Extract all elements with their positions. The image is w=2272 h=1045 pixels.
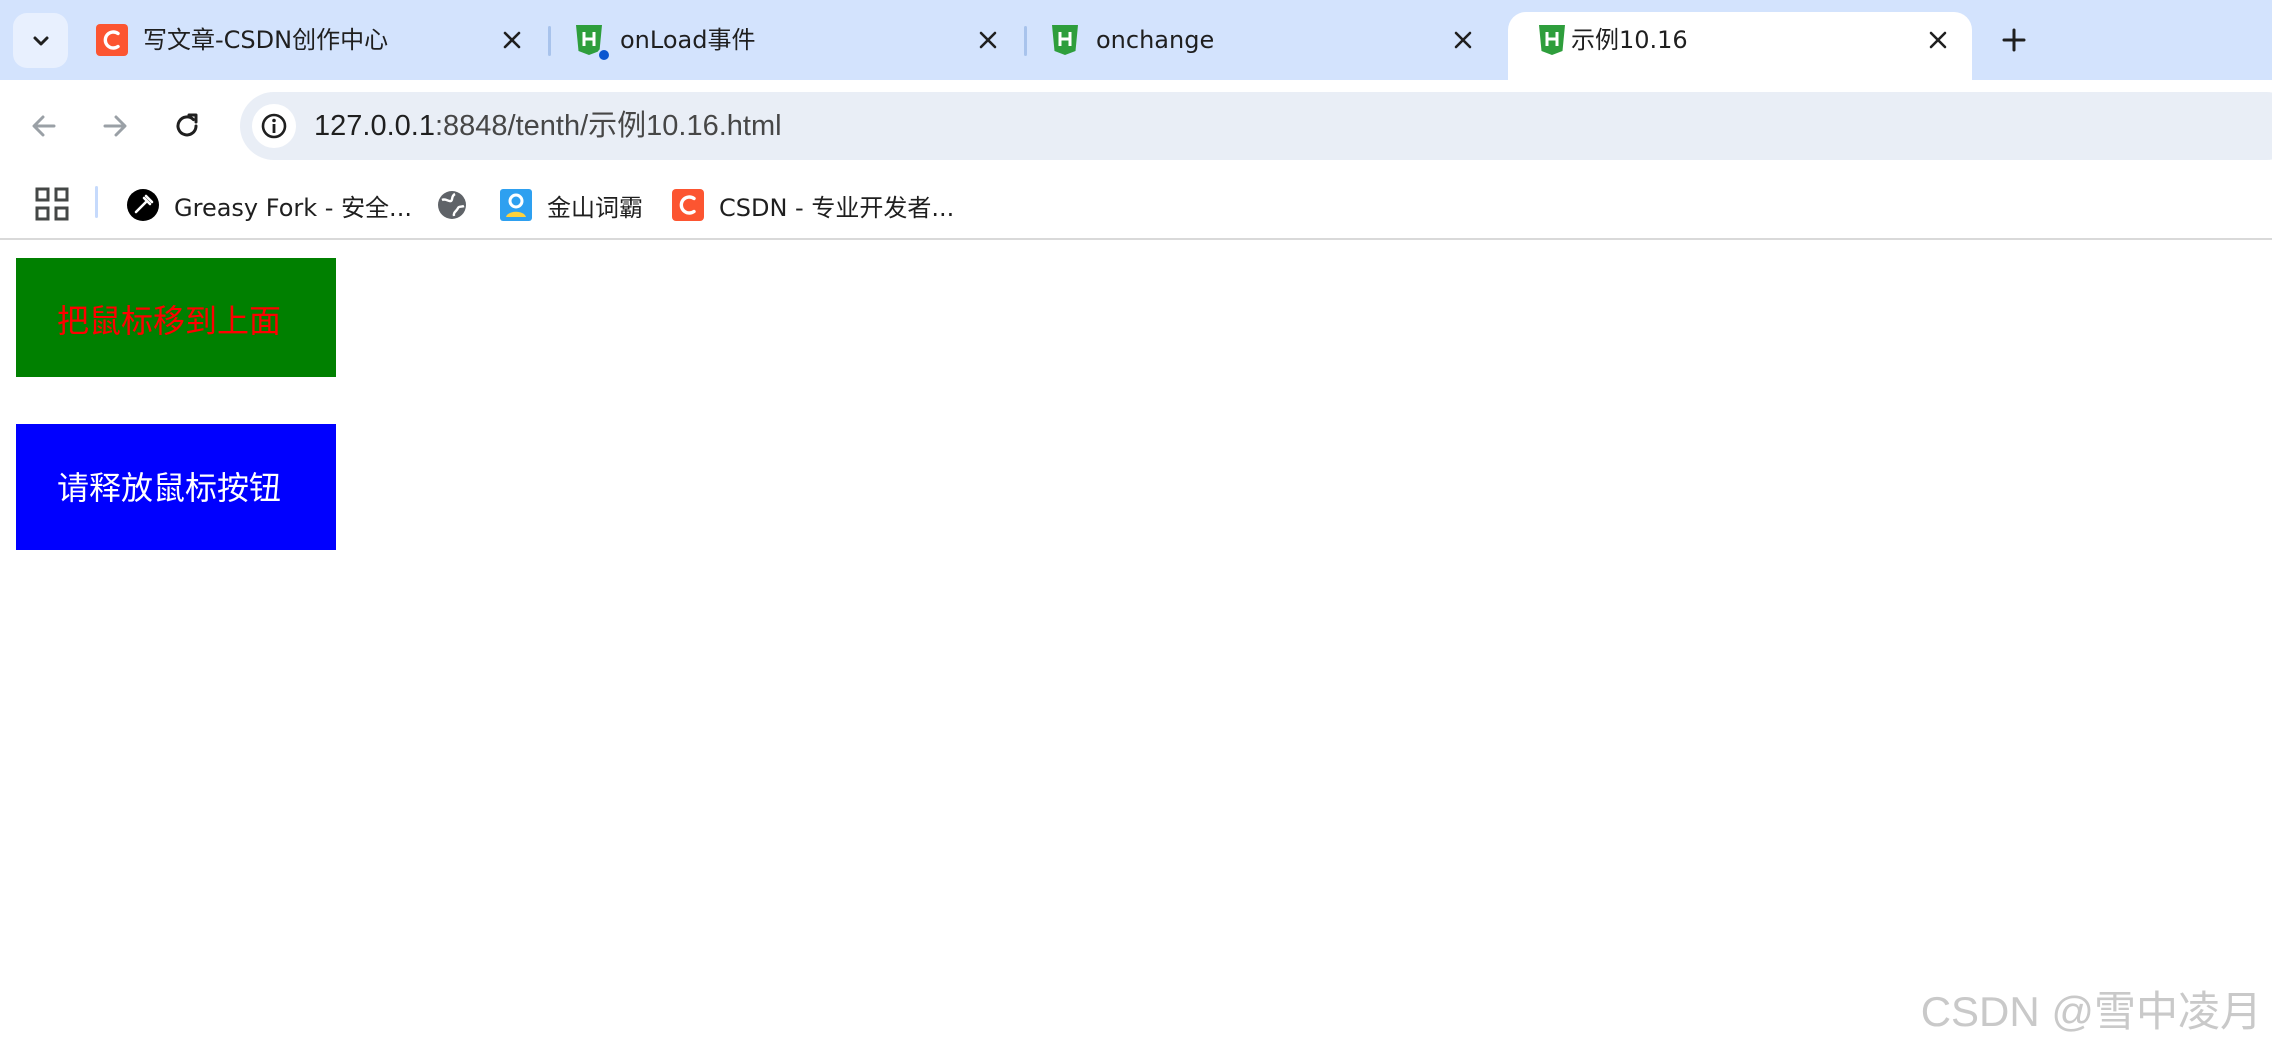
apps-grid-icon[interactable]	[34, 186, 70, 222]
globe-icon	[438, 191, 466, 219]
tab-title: 写文章-CSDN创作中心	[143, 26, 389, 54]
back-button[interactable]	[19, 101, 69, 151]
tab-onchange[interactable]: onchange	[1029, 12, 1503, 80]
reload-icon	[176, 113, 198, 137]
close-tab-button[interactable]	[494, 22, 530, 58]
url-text[interactable]: 127.0.0.1:8848/tenth/示例10.16.html	[314, 106, 782, 146]
bookmark-kingsoft-ciba[interactable]: 金山词霸	[500, 182, 643, 228]
arrow-right-icon	[103, 115, 127, 137]
bookmark-label: 金山词霸	[547, 193, 643, 222]
close-icon	[1929, 31, 1947, 49]
tab-strip: 写文章-CSDN创作中心 onLoad事件 onchange 示例10.16	[0, 0, 2272, 80]
chevron-down-icon	[33, 36, 48, 45]
close-tab-button[interactable]	[1920, 22, 1956, 58]
tab-example-10-16[interactable]: 示例10.16	[1508, 12, 1972, 80]
new-tab-button[interactable]	[1992, 18, 2036, 62]
bookmark-greasy-fork[interactable]: Greasy Fork - 安全...	[127, 182, 412, 228]
html5-icon	[1052, 25, 1078, 55]
csdn-icon	[672, 189, 704, 221]
tab-title: onchange	[1096, 26, 1215, 54]
tab-onload[interactable]: onLoad事件	[553, 12, 1025, 80]
bookmark-globe[interactable]	[436, 182, 468, 228]
browser-toolbar: 127.0.0.1:8848/tenth/示例10.16.html	[0, 80, 2272, 172]
close-icon	[1454, 31, 1472, 49]
bookmarks-bar: Greasy Fork - 安全... 金山词霸 CSDN - 专业开发者...	[0, 172, 2272, 240]
tab-search-button[interactable]	[13, 13, 68, 68]
csdn-watermark: CSDN @雪中凌月	[1920, 988, 2262, 1035]
close-icon	[503, 31, 521, 49]
url-host: 127.0.0.1	[314, 110, 435, 142]
plus-icon	[2002, 28, 2026, 52]
tab-separator	[548, 26, 551, 56]
tab-title: onLoad事件	[620, 26, 756, 54]
info-icon	[261, 113, 287, 139]
bookmark-label: Greasy Fork - 安全...	[174, 193, 412, 222]
close-tab-button[interactable]	[1445, 22, 1481, 58]
loading-indicator-dot	[597, 48, 611, 62]
address-bar[interactable]: 127.0.0.1:8848/tenth/示例10.16.html	[240, 92, 2272, 160]
mouseup-box[interactable]: 请释放鼠标按钮	[16, 424, 336, 550]
mouseover-box-text: 把鼠标移到上面	[57, 302, 282, 340]
mouseover-box[interactable]: 把鼠标移到上面	[16, 258, 336, 377]
mouseup-box-text: 请释放鼠标按钮	[57, 469, 282, 507]
arrow-left-icon	[32, 115, 56, 137]
html5-icon	[1539, 25, 1565, 55]
reload-button[interactable]	[162, 101, 212, 151]
bookmark-csdn[interactable]: CSDN - 专业开发者...	[672, 182, 954, 228]
tab-separator	[1024, 26, 1027, 56]
close-tab-button[interactable]	[970, 22, 1006, 58]
tab-csdn-editor[interactable]: 写文章-CSDN创作中心	[68, 12, 546, 80]
page-content: 把鼠标移到上面 请释放鼠标按钮 CSDN @雪中凌月	[0, 240, 2272, 1045]
close-icon	[979, 31, 997, 49]
greasy-fork-icon	[127, 189, 159, 221]
bookmarks-separator	[95, 186, 98, 218]
csdn-icon	[96, 24, 128, 56]
bookmark-label: CSDN - 专业开发者...	[719, 193, 955, 222]
kingsoft-ciba-icon	[500, 189, 532, 221]
url-path: :8848/tenth/示例10.16.html	[434, 110, 782, 142]
forward-button[interactable]	[90, 101, 140, 151]
tab-title: 示例10.16	[1571, 26, 1688, 54]
site-info-button[interactable]	[252, 104, 296, 148]
